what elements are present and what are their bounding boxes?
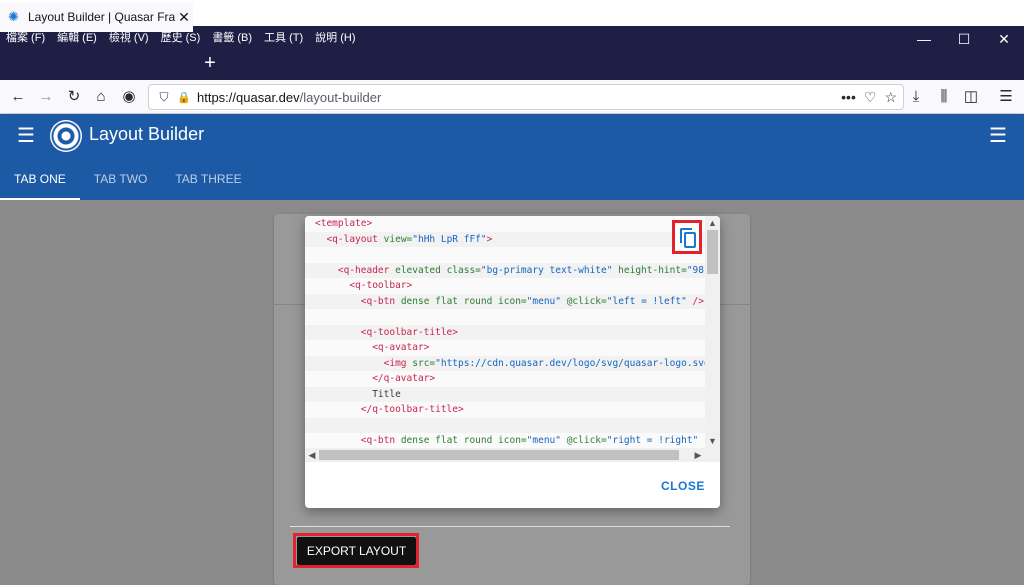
left-menu-icon[interactable]: ☰ — [14, 126, 38, 146]
export-highlight-outline — [293, 533, 419, 568]
scroll-left-icon[interactable]: ◀ — [305, 448, 319, 462]
browser-nav-bar: ← → ↻ ⌂ ◉ ⛉ 🔒 https://quasar.dev/layout-… — [0, 80, 1024, 114]
code-line: <template> — [315, 218, 373, 229]
app-title: Layout Builder — [89, 124, 205, 144]
code-line: <q-layout view="hHh LpR fFf"> — [305, 231, 705, 247]
forward-icon[interactable]: → — [36, 87, 56, 107]
back-icon[interactable]: ← — [8, 87, 28, 107]
library-icon[interactable]: ⫼ — [934, 87, 954, 107]
close-dialog-button[interactable]: CLOSE — [661, 479, 705, 493]
page-actions-icon[interactable]: ••• — [841, 89, 856, 106]
menu-bookmarks[interactable]: 書籤 (B) — [212, 29, 252, 45]
code-line: </q-avatar> — [372, 373, 436, 384]
lock-icon[interactable]: 🔒 — [175, 91, 193, 104]
home-icon[interactable]: ⌂ — [91, 87, 111, 107]
code-line: <q-toolbar-title> — [305, 324, 705, 340]
browser-tab-strip — [0, 48, 1024, 80]
bookmark-star-icon[interactable]: ☆ — [884, 89, 897, 106]
tab-one[interactable]: TAB ONE — [0, 164, 80, 200]
browser-tab-title: Layout Builder | Quasar Frame — [28, 10, 175, 24]
menu-tools[interactable]: 工具 (T) — [264, 29, 303, 45]
code-block[interactable]: <template> <q-layout view="hHh LpR fFf">… — [305, 216, 705, 448]
close-tab-icon[interactable]: ✕ — [175, 9, 193, 26]
export-dialog: <template> <q-layout view="hHh LpR fFf">… — [305, 216, 720, 508]
menu-help[interactable]: 說明 (H) — [315, 29, 355, 45]
reload-icon[interactable]: ↻ — [64, 87, 84, 107]
code-line: Title — [305, 386, 705, 402]
tracking-shield-icon[interactable]: ⛉ — [153, 90, 175, 105]
app-tabs: TAB ONE TAB TWO TAB THREE — [0, 164, 256, 200]
screen: 檔案 (F) 編輯 (E) 檢視 (V) 歷史 (S) 書籤 (B) 工具 (T… — [0, 0, 1024, 585]
download-icon[interactable]: ⤓ — [906, 87, 926, 107]
vertical-scroll-thumb[interactable] — [707, 230, 718, 274]
account-icon[interactable]: ◉ — [119, 87, 139, 107]
app-header: ☰ Layout Builder ☰ TAB ONE TAB TWO TAB T… — [0, 114, 1024, 200]
code-line — [305, 417, 705, 433]
code-line: <q-toolbar> — [349, 280, 413, 291]
url-text: https://quasar.dev/layout-builder — [197, 89, 382, 105]
scroll-right-icon[interactable]: ▶ — [691, 448, 705, 462]
code-line: <q-avatar> — [372, 342, 430, 353]
url-bar[interactable]: ⛉ 🔒 https://quasar.dev/layout-builder ••… — [148, 84, 904, 110]
scroll-down-icon[interactable]: ▼ — [705, 434, 720, 448]
browser-tab[interactable]: ✺ Layout Builder | Quasar Frame ✕ — [0, 2, 193, 32]
quasar-logo-icon — [50, 120, 82, 152]
copy-code-button[interactable] — [672, 220, 702, 254]
code-line: <img src="https://cdn.quasar.dev/logo/sv… — [305, 355, 705, 371]
code-line: <q-btn dense flat round icon="menu" @cli… — [305, 293, 705, 309]
browser-menu-icon[interactable]: ☰ — [996, 87, 1016, 107]
right-menu-icon[interactable]: ☰ — [986, 126, 1010, 146]
copy-icon — [684, 232, 696, 248]
vertical-scrollbar[interactable]: ▲ ▼ — [705, 216, 720, 448]
horizontal-scrollbar[interactable]: ◀ ▶ — [305, 448, 705, 462]
tab-three[interactable]: TAB THREE — [161, 164, 255, 200]
new-tab-button[interactable]: + — [200, 48, 220, 80]
quasar-favicon-icon: ✺ — [8, 9, 19, 24]
sidebar-toggle-icon[interactable]: ◫ — [961, 87, 981, 107]
horizontal-scroll-thumb[interactable] — [319, 450, 679, 460]
code-line: </q-toolbar-title> — [360, 404, 464, 415]
scrollbar-corner — [705, 448, 720, 462]
scroll-up-icon[interactable]: ▲ — [705, 216, 720, 230]
card-divider-bottom — [290, 526, 730, 527]
tab-two[interactable]: TAB TWO — [80, 164, 162, 200]
pocket-icon[interactable]: ♡ — [864, 89, 877, 106]
code-line: <q-header elevated class="bg-primary tex… — [305, 262, 705, 278]
code-line: <q-btn dense flat round icon="menu" @cli… — [360, 435, 699, 446]
